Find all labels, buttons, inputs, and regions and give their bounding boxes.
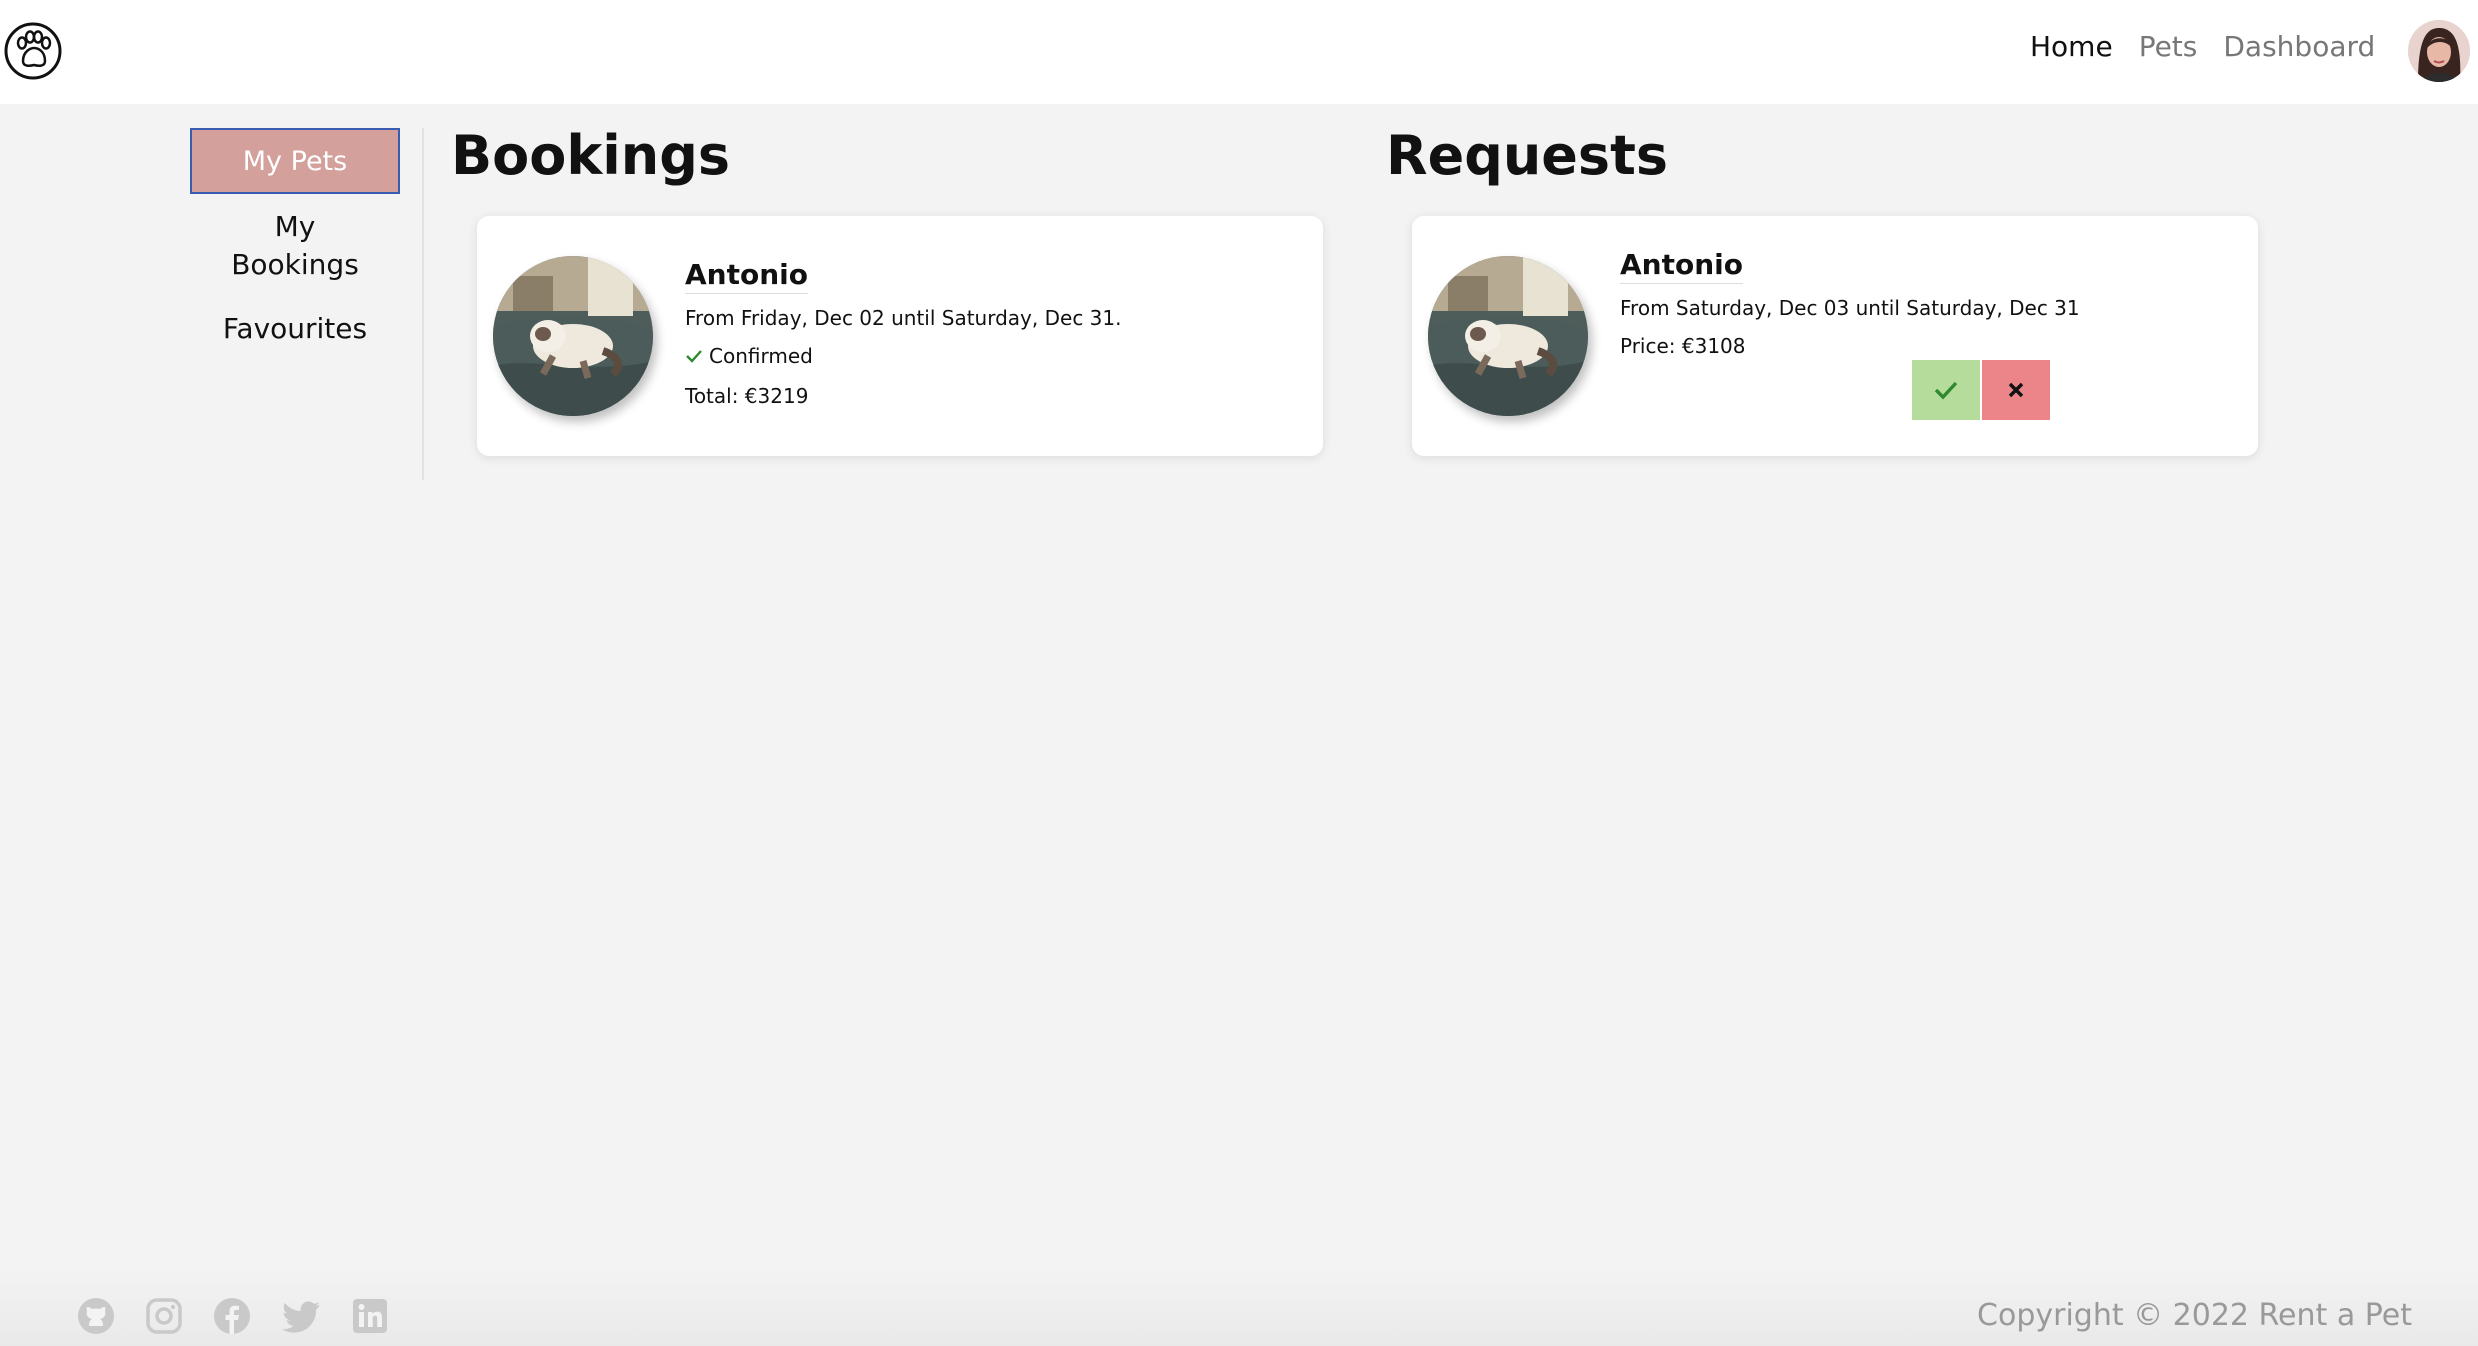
sidebar-item-my-bookings-line2: Bookings — [231, 248, 359, 281]
main-nav: Home Pets Dashboard — [2030, 30, 2401, 63]
booking-total: Total: €3219 — [685, 384, 809, 408]
booking-card[interactable]: Antonio From Friday, Dec 02 until Saturd… — [477, 216, 1323, 456]
twitter-icon[interactable] — [282, 1296, 322, 1336]
booking-status-label: Confirmed — [709, 344, 813, 368]
cat-photo-icon — [493, 256, 653, 416]
request-dates: From Saturday, Dec 03 until Saturday, De… — [1620, 296, 2080, 320]
check-icon — [1934, 381, 1958, 400]
copyright-text: Copyright © 2022 Rent a Pet — [1977, 1298, 2412, 1333]
facebook-icon[interactable] — [212, 1296, 252, 1336]
sidebar-item-my-pets[interactable]: My Pets — [190, 128, 400, 194]
nav-home-link[interactable]: Home — [2030, 30, 2113, 63]
reject-request-button[interactable] — [1982, 360, 2050, 420]
nav-pets-link[interactable]: Pets — [2139, 30, 2198, 63]
accept-request-button[interactable] — [1912, 360, 1980, 420]
requests-title: Requests — [1386, 124, 1669, 187]
user-portrait-icon — [2408, 20, 2470, 82]
pet-photo — [493, 256, 653, 416]
request-price: Price: €3108 — [1620, 334, 1746, 358]
sidebar: My Pets My Bookings Favourites — [190, 128, 424, 480]
booking-status: Confirmed — [685, 344, 813, 368]
pet-photo — [1428, 256, 1588, 416]
request-card[interactable]: Antonio From Saturday, Dec 03 until Satu… — [1412, 216, 2258, 456]
sidebar-item-favourites[interactable]: Favourites — [190, 310, 400, 348]
bookings-title: Bookings — [451, 124, 731, 187]
paw-print-icon[interactable] — [3, 21, 63, 81]
instagram-icon[interactable] — [144, 1296, 184, 1336]
booking-pet-name: Antonio — [685, 258, 808, 294]
close-icon — [2008, 382, 2024, 398]
booking-dates: From Friday, Dec 02 until Saturday, Dec … — [685, 306, 1122, 330]
sidebar-item-my-bookings-line1: My — [274, 210, 316, 243]
navbar: Home Pets Dashboard — [0, 0, 2478, 104]
request-pet-name: Antonio — [1620, 248, 1743, 284]
sidebar-item-my-bookings[interactable]: My Bookings — [190, 208, 400, 284]
checkmark-icon — [686, 350, 702, 363]
user-avatar[interactable] — [2408, 20, 2470, 82]
nav-dashboard-link[interactable]: Dashboard — [2223, 30, 2375, 63]
footer: Copyright © 2022 Rent a Pet — [0, 1270, 2478, 1346]
linkedin-icon[interactable] — [350, 1296, 390, 1336]
github-icon[interactable] — [76, 1296, 116, 1336]
cat-photo-icon — [1428, 256, 1588, 416]
